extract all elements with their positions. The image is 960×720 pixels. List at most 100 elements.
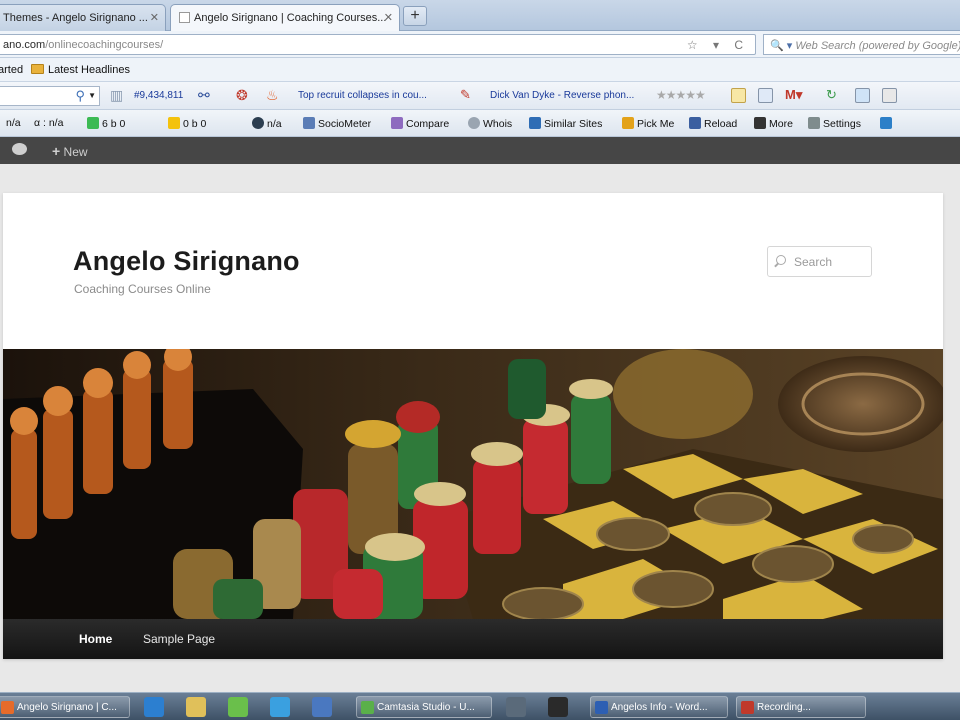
seo-metric-1[interactable]: n/a [6,117,21,129]
sociometer-icon [303,117,315,129]
nav-item-sample-page[interactable]: Sample Page [143,632,215,646]
nav-item-home[interactable]: Home [79,632,112,646]
app-icon[interactable] [228,697,248,717]
flame-icon[interactable]: ♨ [266,87,279,104]
search-engine-icon[interactable]: 🔍 ▾ [770,40,792,52]
toolbar-end-icon[interactable] [880,117,895,130]
button-label: Reload [704,118,738,130]
seo-metric-bing[interactable]: 0 b 0 [168,117,206,130]
browser-tab-bar: Themes - Angelo Sirignano ... ✕ Angelo S… [0,0,960,32]
whois-button[interactable]: Whois [468,117,512,130]
whois-icon [468,117,480,129]
addon-toolbar: ⚲ ▼ ▥ #9,434,811 ⚯ ❂ ♨ Top recruit colla… [0,82,960,110]
window-label: Camtasia Studio - U... [377,702,475,713]
reload-icon [689,117,701,129]
search-icon [776,255,786,265]
taskbar-window-word[interactable]: Angelos Info - Word... [590,696,728,718]
more-button[interactable]: More [754,117,793,130]
button-label: Similar Sites [544,118,603,130]
recorder-icon[interactable] [548,697,568,717]
taskbar-window-recording[interactable]: Recording... [736,696,866,718]
bookmark-latest-headlines[interactable]: Latest Headlines [31,64,130,76]
page-rank-value[interactable]: #9,434,811 [134,90,183,101]
url-host: ano.com [3,39,46,51]
search-placeholder: Search [794,255,833,269]
bookmark-getting-started[interactable]: arted [0,64,23,76]
news-item-1[interactable]: Top recruit collapses in cou... [298,90,427,101]
pick-me-icon [622,117,634,129]
navigation-bar: ano.com/onlinecoachingcourses/ ☆ ▾ C 🔍 ▾… [0,31,960,58]
address-bar-controls[interactable]: ☆ ▾ C [687,38,749,52]
button-label: SocioMeter [318,118,372,130]
tab-themes[interactable]: Themes - Angelo Sirignano ... ✕ [0,4,166,31]
screen-icon[interactable] [882,88,897,103]
seo-metric-info[interactable]: n/a [252,117,282,130]
new-content-button[interactable]: + New [52,143,88,159]
sociometer-button[interactable]: SocioMeter [303,117,371,130]
similar-sites-button[interactable]: Similar Sites [529,117,602,130]
close-icon[interactable]: ✕ [384,11,393,24]
link-icon[interactable]: ⚯ [198,87,210,104]
gmail-icon[interactable]: M▾ [785,87,802,103]
bookmarks-bar: arted Latest Headlines [0,58,960,82]
compare-icon [391,117,403,129]
web-search-placeholder: Web Search (powered by Google) [795,40,960,52]
word-doc-icon [595,701,608,714]
app-icon[interactable] [506,697,526,717]
notes-icon[interactable] [731,88,746,103]
extension-icon [880,117,892,129]
metric-value: n/a [267,118,282,130]
copy-icon[interactable] [758,88,773,103]
skype-icon[interactable] [270,697,290,717]
word-icon[interactable] [312,697,332,717]
button-label: Whois [483,118,513,130]
taskbar-window-camtasia[interactable]: Camtasia Studio - U... [356,696,492,718]
similar-sites-icon [529,117,541,129]
bing-icon [168,117,180,129]
windows-taskbar: Angelo Sirignano | C... Camtasia Studio … [0,692,960,720]
site-title[interactable]: Angelo Sirignano [73,246,300,277]
chevron-down-icon[interactable]: ▼ [88,91,96,100]
button-label: Compare [406,118,450,130]
window-label: Angelo Sirignano | C... [17,702,117,713]
window-label: Recording... [757,702,811,713]
comments-icon[interactable] [12,143,27,155]
toolbar-search-input[interactable]: ⚲ ▼ [0,86,100,106]
folder-icon[interactable] [186,697,206,717]
document-icon[interactable] [855,88,870,103]
firefox-icon [1,701,14,714]
bar-chart-icon[interactable]: ▥ [110,87,123,104]
arrow-icon[interactable]: ↻ [826,87,837,103]
search-icon[interactable]: ⚲ [75,88,85,104]
wp-admin-bar: + New [0,137,960,164]
tab-angelo-sirignano[interactable]: Angelo Sirignano | Coaching Courses... ✕ [170,4,400,32]
seo-metric-google[interactable]: 6 b 0 [87,117,125,130]
google-icon [87,117,99,129]
pin-icon[interactable]: ✎ [460,87,471,103]
metric-value: 6 b 0 [102,118,126,130]
new-tab-button[interactable]: + [403,6,427,26]
site-search-input[interactable]: Search [767,246,872,277]
page-background: Angelo Sirignano Coaching Courses Online… [0,164,960,692]
seo-toolbar: n/a α : n/a 6 b 0 0 b 0 n/a SocioMeter C… [0,110,960,137]
alert-icon[interactable]: ❂ [236,87,248,104]
taskbar-window-browser[interactable]: Angelo Sirignano | C... [0,696,130,718]
settings-button[interactable]: Settings [808,117,861,130]
seo-metric-alexa[interactable]: α : n/a [34,117,63,129]
button-label: Pick Me [637,118,675,130]
compare-button[interactable]: Compare [391,117,449,130]
rating-stars[interactable]: ★★★★★ [656,88,706,102]
close-icon[interactable]: ✕ [150,11,159,24]
internet-explorer-icon[interactable] [144,697,164,717]
pick-me-button[interactable]: Pick Me [622,117,674,130]
web-search-input[interactable]: 🔍 ▾ Web Search (powered by Google) [763,34,960,55]
reload-button[interactable]: Reload [689,117,737,130]
address-bar[interactable]: ano.com/onlinecoachingcourses/ ☆ ▾ C [0,34,756,55]
news-item-2[interactable]: Dick Van Dyke - Reverse phon... [490,90,634,101]
rss-folder-icon [31,64,44,74]
settings-icon [808,117,820,129]
record-icon [741,701,754,714]
more-icon [754,117,766,129]
button-label: Settings [823,118,861,130]
header-image [3,349,943,619]
